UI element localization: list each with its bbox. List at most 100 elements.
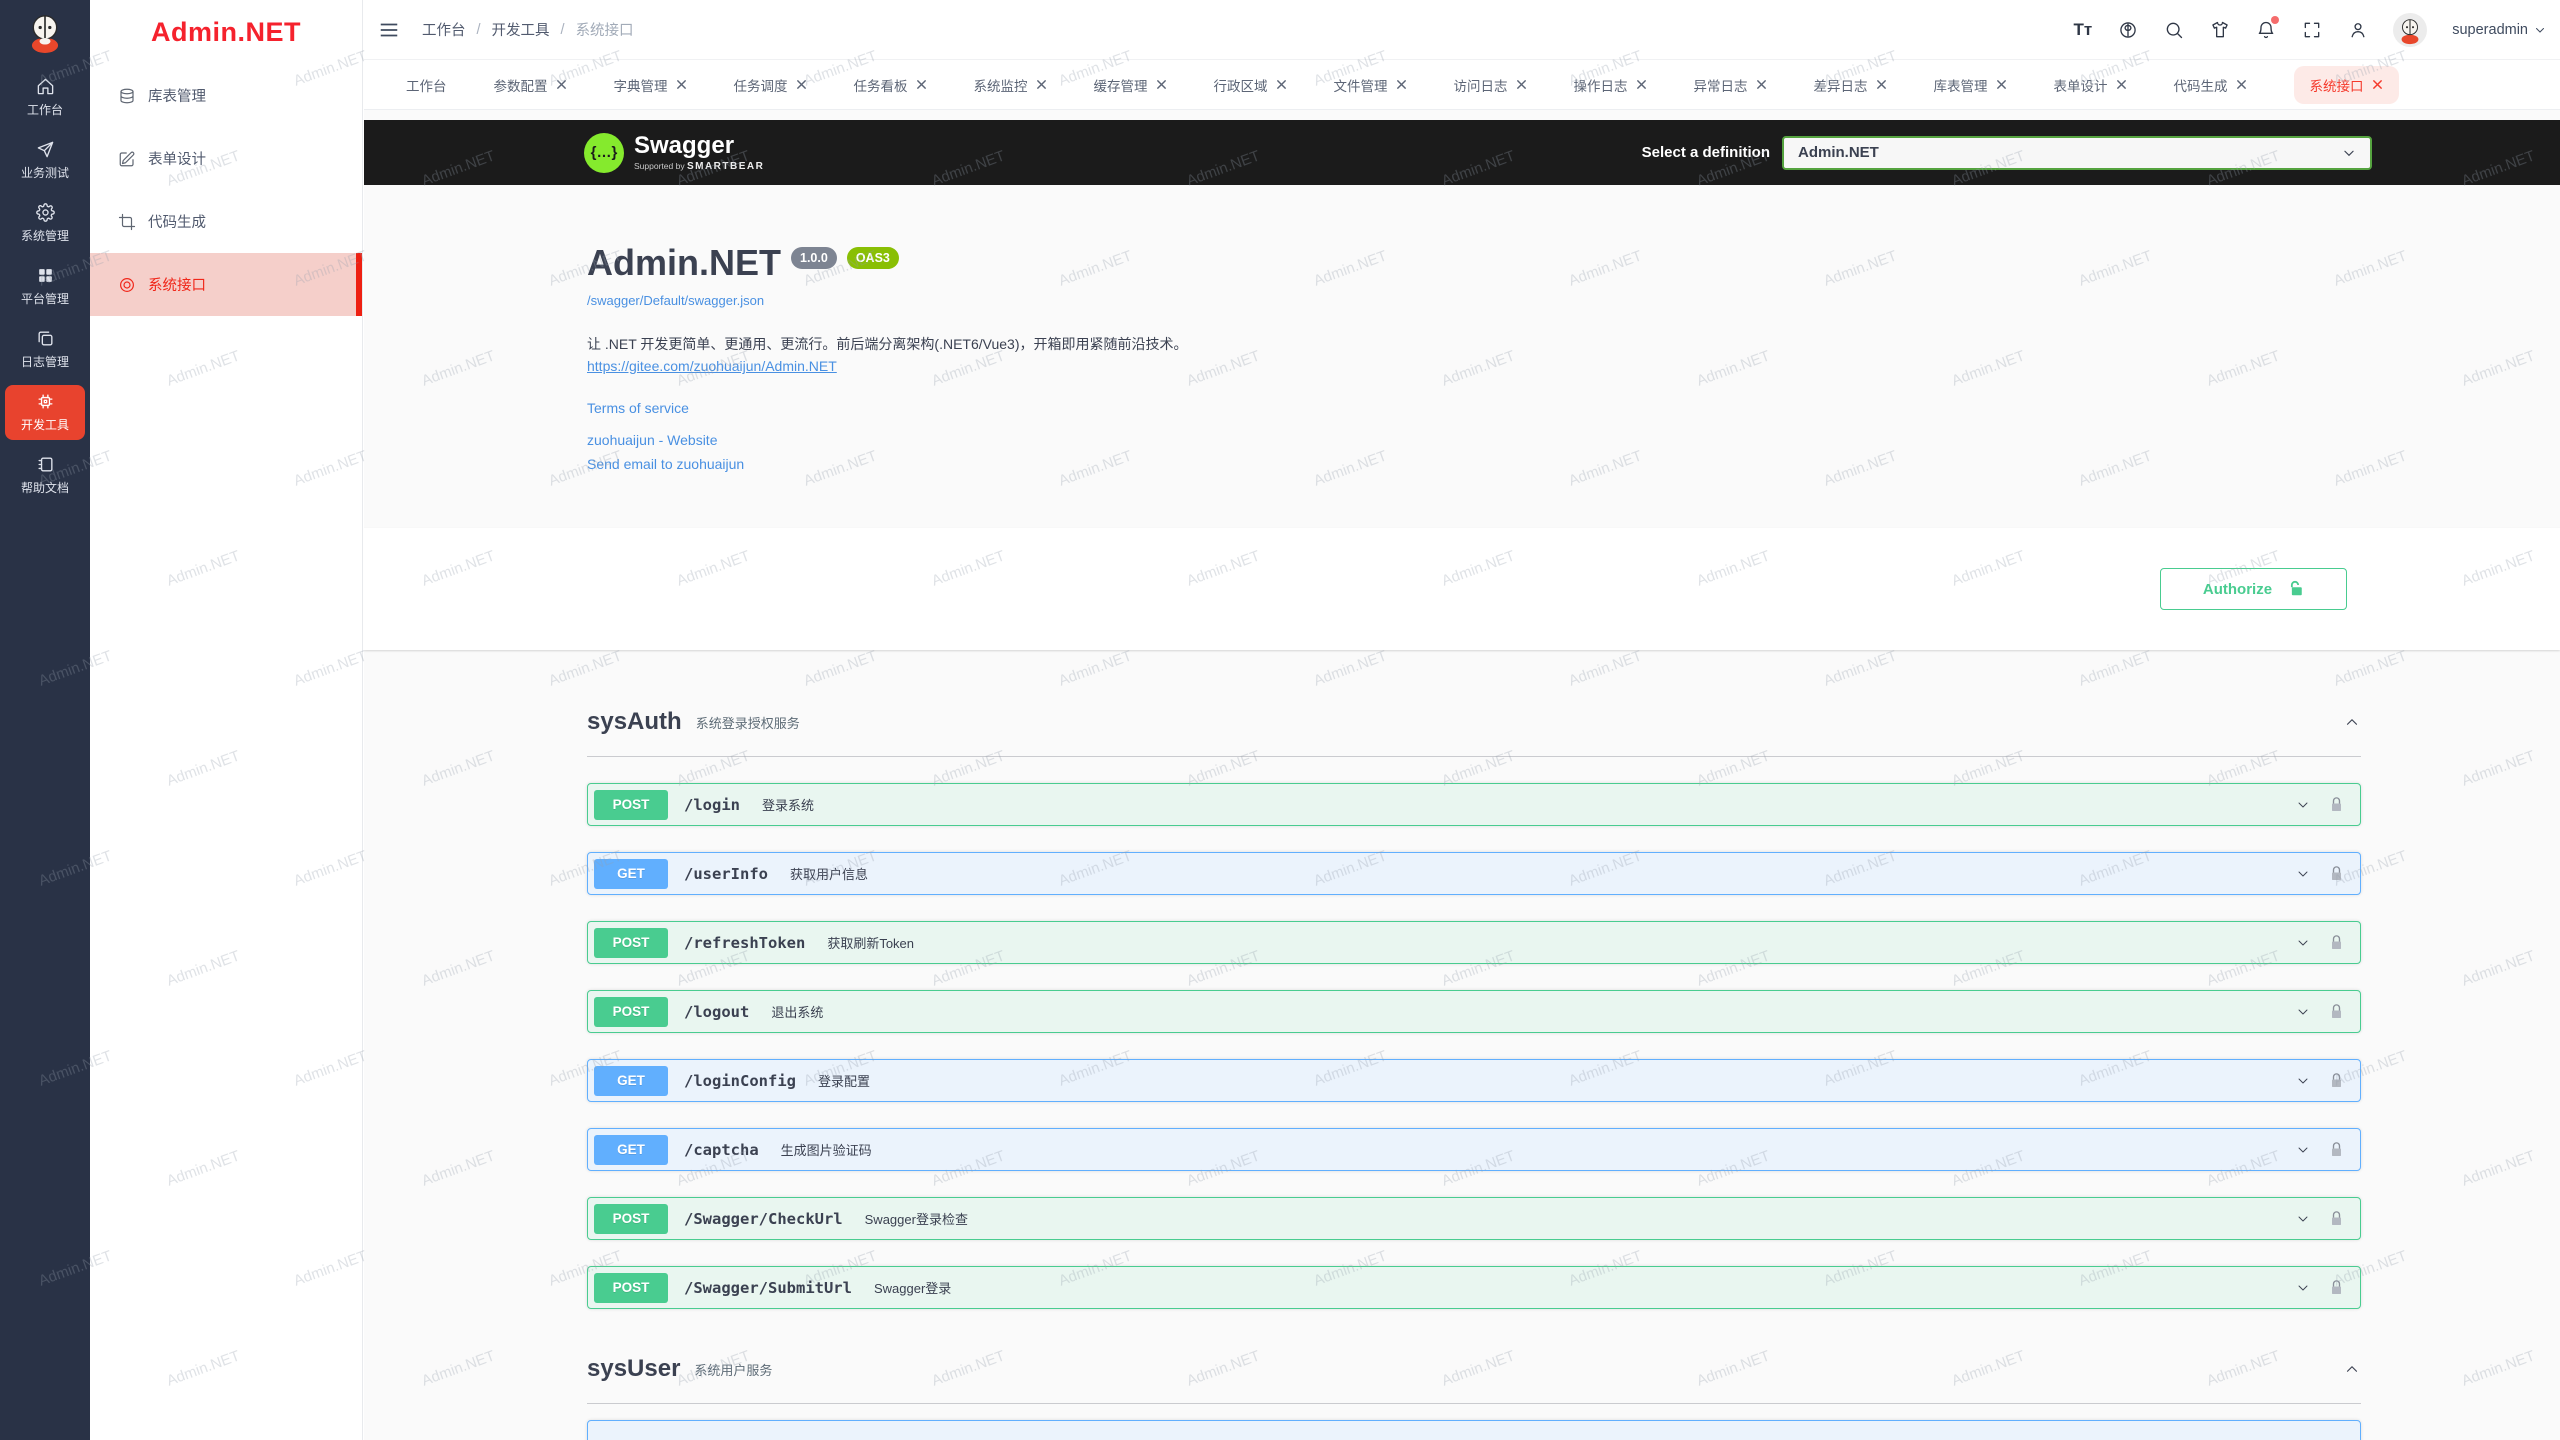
endpoint-row-checkurl[interactable]: POST /Swagger/CheckUrl Swagger登录检查: [587, 1197, 2361, 1240]
authorize-button[interactable]: Authorize: [2160, 568, 2347, 610]
close-icon[interactable]: [676, 79, 687, 90]
spec-url-link[interactable]: /swagger/Default/swagger.json: [587, 293, 2362, 308]
rail-item-business-test[interactable]: 业务测试: [0, 129, 90, 192]
lock-icon[interactable]: [2329, 1141, 2344, 1159]
close-icon[interactable]: [1636, 79, 1647, 90]
tab-workbench[interactable]: 工作台: [406, 75, 447, 95]
avatar[interactable]: [2393, 13, 2427, 47]
tab[interactable]: 字典管理: [614, 75, 687, 95]
chevron-down-icon[interactable]: [2295, 1004, 2311, 1020]
endpoint-row-submiturl[interactable]: POST /Swagger/SubmitUrl Swagger登录: [587, 1266, 2361, 1309]
lock-icon[interactable]: [2329, 1210, 2344, 1228]
chevron-down-icon[interactable]: [2295, 935, 2311, 951]
menu-sidebar: Admin.NET 库表管理 表单设计 代码生成 系统接口: [90, 0, 363, 1440]
tab[interactable]: 操作日志: [1574, 75, 1647, 95]
rail-item-dev-tools[interactable]: 开发工具: [5, 385, 85, 440]
app-logo[interactable]: [0, 0, 90, 66]
lock-icon[interactable]: [2329, 1072, 2344, 1090]
section-sysuser-header[interactable]: sysUser 系统用户服务: [587, 1355, 2361, 1404]
endpoint-row-userinfo[interactable]: GET /userInfo 获取用户信息: [587, 852, 2361, 895]
rail-item-platform-mgmt[interactable]: 平台管理: [0, 255, 90, 318]
lock-icon[interactable]: [2329, 865, 2344, 883]
breadcrumb-item-current: 系统接口: [576, 19, 634, 40]
theme-icon[interactable]: [2209, 19, 2230, 40]
tab[interactable]: 任务调度: [734, 75, 807, 95]
breadcrumb-item[interactable]: 开发工具: [492, 19, 550, 40]
close-icon[interactable]: [556, 79, 567, 90]
close-icon[interactable]: [2236, 79, 2247, 90]
contact-link[interactable]: zuohuaijun - Website: [587, 432, 2362, 448]
close-icon[interactable]: [1996, 79, 2007, 90]
sidebar-item-table-mgmt[interactable]: 库表管理: [90, 64, 362, 127]
collapse-menu-icon[interactable]: [378, 19, 400, 41]
close-icon[interactable]: [1396, 79, 1407, 90]
close-icon[interactable]: [1516, 79, 1527, 90]
language-icon[interactable]: [2117, 19, 2138, 40]
tab[interactable]: 参数配置: [494, 75, 567, 95]
section-sysauth-header[interactable]: sysAuth 系统登录授权服务: [587, 708, 2361, 757]
authorize-label: Authorize: [2203, 581, 2272, 598]
rail-item-log-mgmt[interactable]: 日志管理: [0, 318, 90, 381]
chevron-down-icon[interactable]: [2295, 866, 2311, 882]
endpoint-row-loginconfig[interactable]: GET /loginConfig 登录配置: [587, 1059, 2361, 1102]
tab-system-api-active[interactable]: 系统接口: [2294, 66, 2399, 104]
tab[interactable]: 库表管理: [1934, 75, 2007, 95]
terms-link[interactable]: Terms of service: [587, 400, 2362, 416]
definition-select[interactable]: Admin.NET: [1782, 136, 2372, 170]
chevron-down-icon[interactable]: [2295, 1073, 2311, 1089]
chevron-up-icon[interactable]: [2343, 1360, 2361, 1378]
close-icon[interactable]: [2372, 79, 2383, 90]
tab[interactable]: 异常日志: [1694, 75, 1767, 95]
close-icon[interactable]: [1756, 79, 1767, 90]
chevron-down-icon[interactable]: [2295, 1211, 2311, 1227]
search-icon[interactable]: [2163, 19, 2184, 40]
email-link[interactable]: Send email to zuohuaijun: [587, 456, 2362, 472]
sidebar-item-form-design[interactable]: 表单设计: [90, 127, 362, 190]
tab[interactable]: 代码生成: [2174, 75, 2247, 95]
close-icon[interactable]: [796, 79, 807, 90]
tab[interactable]: 访问日志: [1454, 75, 1527, 95]
close-icon[interactable]: [2116, 79, 2127, 90]
tab[interactable]: 差异日志: [1814, 75, 1887, 95]
tab[interactable]: 行政区域: [1214, 75, 1287, 95]
endpoint-row-captcha[interactable]: GET /captcha 生成图片验证码: [587, 1128, 2361, 1171]
rail-item-help-docs[interactable]: 帮助文档: [0, 444, 90, 507]
sidebar-item-system-api[interactable]: 系统接口: [90, 253, 362, 316]
endpoint-row-logout[interactable]: POST /logout 退出系统: [587, 990, 2361, 1033]
chevron-down-icon[interactable]: [2295, 797, 2311, 813]
user-menu[interactable]: superadmin: [2452, 22, 2546, 38]
lock-icon[interactable]: [2329, 796, 2344, 814]
endpoint-path: /login: [684, 796, 740, 814]
fullscreen-icon[interactable]: [2301, 19, 2322, 40]
tab[interactable]: 表单设计: [2054, 75, 2127, 95]
chevron-up-icon[interactable]: [2343, 713, 2361, 731]
lock-icon[interactable]: [2329, 934, 2344, 952]
notifications-icon[interactable]: [2255, 19, 2276, 40]
chevron-down-icon[interactable]: [2295, 1142, 2311, 1158]
tab[interactable]: 文件管理: [1334, 75, 1407, 95]
breadcrumb-item[interactable]: 工作台: [422, 19, 466, 40]
endpoint-row-login[interactable]: POST /login 登录系统: [587, 783, 2361, 826]
tab[interactable]: 系统监控: [974, 75, 1047, 95]
tab[interactable]: 任务看板: [854, 75, 927, 95]
icon-rail: 工作台 业务测试 系统管理 平台管理 日志管理 开发工具 帮助文档: [0, 0, 90, 1440]
close-icon[interactable]: [1156, 79, 1167, 90]
close-icon[interactable]: [1876, 79, 1887, 90]
sidebar-item-code-gen[interactable]: 代码生成: [90, 190, 362, 253]
endpoint-row-partial[interactable]: [587, 1420, 2361, 1440]
user-outline-icon[interactable]: [2347, 19, 2368, 40]
close-icon[interactable]: [1036, 79, 1047, 90]
lock-icon[interactable]: [2329, 1279, 2344, 1297]
rail-item-workbench[interactable]: 工作台: [0, 66, 90, 129]
rail-item-system-mgmt[interactable]: 系统管理: [0, 192, 90, 255]
chevron-down-icon[interactable]: [2295, 1280, 2311, 1296]
endpoint-row-refreshtoken[interactable]: POST /refreshToken 获取刷新Token: [587, 921, 2361, 964]
close-icon[interactable]: [916, 79, 927, 90]
repo-link[interactable]: https://gitee.com/zuohuaijun/Admin.NET: [587, 358, 2362, 374]
tab[interactable]: 缓存管理: [1094, 75, 1167, 95]
close-icon[interactable]: [1276, 79, 1287, 90]
endpoint-summary: 获取用户信息: [790, 864, 868, 883]
font-size-icon[interactable]: Tᴛ: [2074, 20, 2093, 40]
lock-icon[interactable]: [2329, 1003, 2344, 1021]
endpoint-summary: Swagger登录: [874, 1278, 951, 1297]
